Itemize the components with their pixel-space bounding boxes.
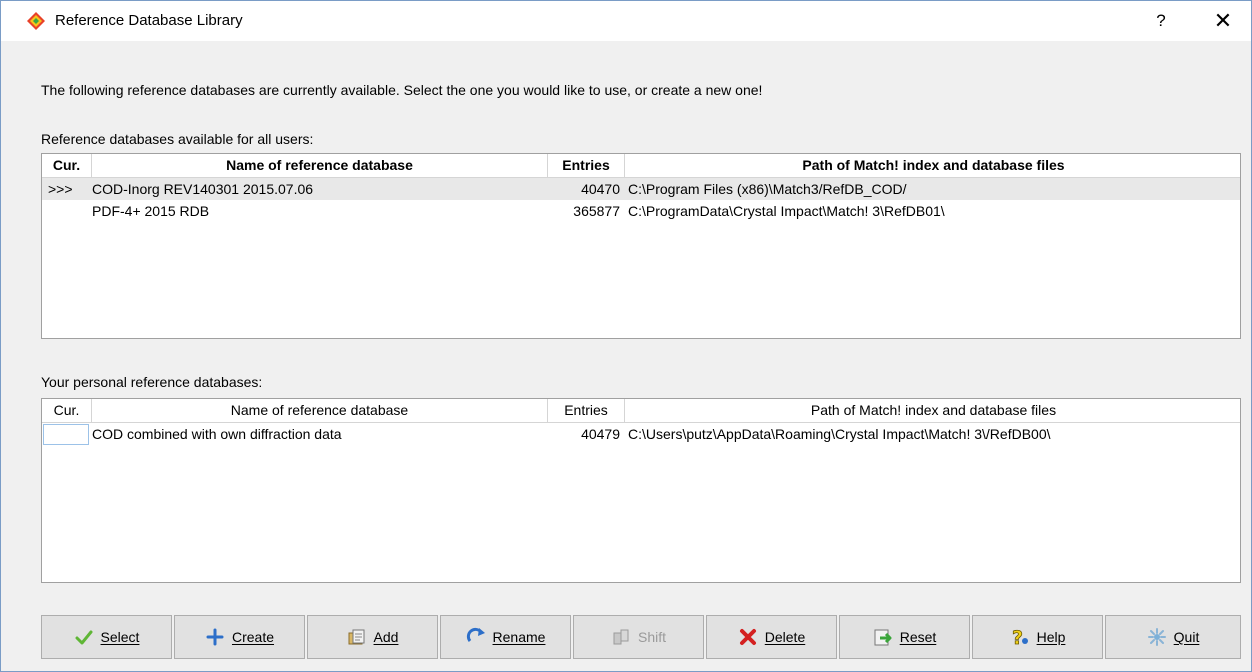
all-users-label: Reference databases available for all us…	[41, 131, 314, 147]
column-header-path[interactable]: Path of Match! index and database files	[625, 399, 1242, 422]
rename-arrow-icon	[466, 627, 485, 642]
add-button[interactable]: Add	[307, 615, 438, 659]
shift-label: Shift	[637, 629, 666, 645]
column-header-entries[interactable]: Entries	[548, 399, 625, 422]
reset-button[interactable]: Reset	[839, 615, 970, 659]
svg-text:?: ?	[1012, 627, 1023, 647]
database-path: C:\ProgramData\Crystal Impact\Match! 3\R…	[628, 203, 945, 219]
database-entries: 40479	[581, 426, 620, 442]
column-header-cur[interactable]: Cur.	[42, 399, 92, 422]
database-name: PDF-4+ 2015 RDB	[92, 203, 210, 219]
column-header-cur[interactable]: Cur.	[42, 154, 92, 177]
column-header-path[interactable]: Path of Match! index and database files	[625, 154, 1242, 177]
column-header-name[interactable]: Name of reference database	[92, 154, 548, 177]
add-label: Add	[373, 629, 399, 645]
quit-icon	[1147, 628, 1166, 646]
rename-label: Rename	[492, 629, 546, 645]
shift-button[interactable]: Shift	[573, 615, 704, 659]
current-marker: >>>	[48, 181, 73, 197]
match-app-icon	[27, 12, 45, 30]
all-users-database-table[interactable]: Cur. Name of reference database Entries …	[41, 153, 1241, 339]
quit-label: Quit	[1173, 629, 1200, 645]
close-button[interactable]: ✕	[1207, 7, 1239, 35]
database-path: C:\Users\putz\AppData\Roaming\Crystal Im…	[628, 426, 1051, 442]
database-name: COD-Inorg REV140301 2015.07.06	[92, 181, 314, 197]
rename-button[interactable]: Rename	[440, 615, 571, 659]
select-button[interactable]: Select	[41, 615, 172, 659]
button-bar: Select Create Add Rename Shift Delete Re…	[41, 615, 1241, 659]
reference-database-library-dialog: Reference Database Library ? ✕ The follo…	[0, 0, 1252, 672]
database-path: C:\Program Files (x86)\Match3/RefDB_COD/	[628, 181, 907, 197]
intro-text: The following reference databases are cu…	[41, 82, 763, 98]
shift-icon	[613, 629, 629, 645]
title-bar: Reference Database Library ? ✕	[1, 1, 1251, 41]
delete-button[interactable]: Delete	[706, 615, 837, 659]
select-label: Select	[100, 629, 140, 645]
help-label: Help	[1036, 629, 1066, 645]
reset-label: Reset	[899, 629, 937, 645]
create-label: Create	[231, 629, 275, 645]
checkmark-icon	[75, 630, 93, 645]
create-button[interactable]: Create	[174, 615, 305, 659]
help-question-icon: ?	[1011, 627, 1028, 647]
current-marker	[42, 200, 92, 222]
database-name: COD combined with own diffraction data	[92, 426, 342, 442]
column-header-name[interactable]: Name of reference database	[92, 399, 548, 422]
table-header: Cur. Name of reference database Entries …	[42, 154, 1240, 178]
window-title: Reference Database Library	[55, 12, 243, 29]
delete-x-icon	[739, 629, 756, 645]
help-title-button[interactable]: ?	[1149, 9, 1173, 33]
database-entries: 365877	[573, 203, 620, 219]
personal-database-table[interactable]: Cur. Name of reference database Entries …	[41, 398, 1241, 583]
current-marker	[42, 423, 92, 445]
reset-icon	[874, 629, 892, 646]
table-row[interactable]: >>> COD-Inorg REV140301 2015.07.06 40470…	[42, 178, 1240, 200]
table-row[interactable]: PDF-4+ 2015 RDB 365877 C:\ProgramData\Cr…	[42, 200, 1240, 222]
add-folder-icon	[348, 629, 365, 645]
table-header: Cur. Name of reference database Entries …	[42, 399, 1240, 423]
delete-label: Delete	[764, 629, 806, 645]
column-header-entries[interactable]: Entries	[548, 154, 625, 177]
plus-icon	[206, 628, 224, 646]
database-entries: 40470	[581, 181, 620, 197]
personal-label: Your personal reference databases:	[41, 374, 263, 390]
quit-button[interactable]: Quit	[1105, 615, 1241, 659]
table-row[interactable]: COD combined with own diffraction data 4…	[42, 423, 1240, 445]
help-button[interactable]: ? Help	[972, 615, 1103, 659]
